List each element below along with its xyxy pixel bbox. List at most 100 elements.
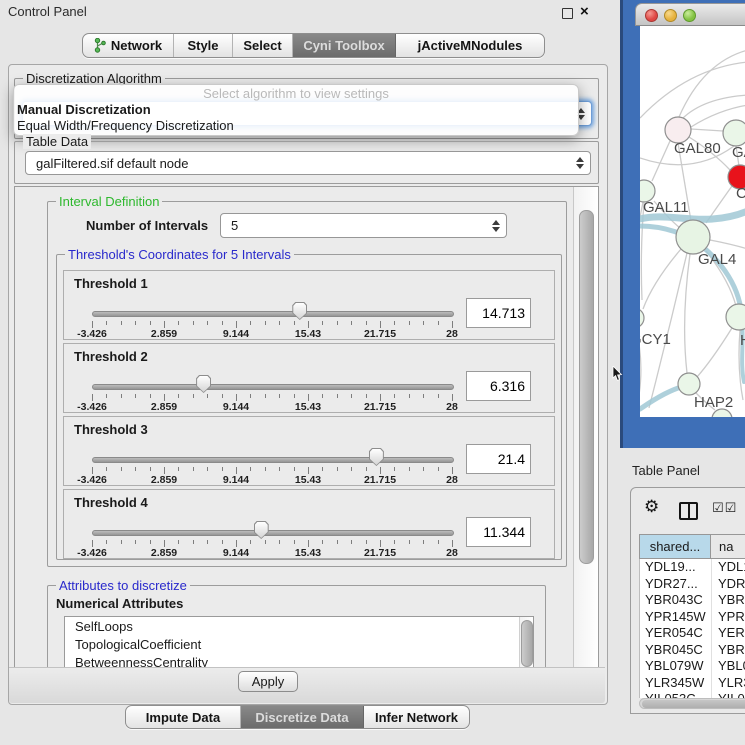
table-row[interactable]: YLR345WYLR3 <box>640 675 745 692</box>
minor-tick <box>135 321 136 325</box>
tab-label: Cyni Toolbox <box>303 38 384 53</box>
close-icon[interactable]: × <box>580 4 589 19</box>
major-tick <box>164 467 165 474</box>
minor-tick <box>178 394 179 398</box>
network-edge[interactable] <box>685 254 690 373</box>
list-scrollbar-thumb[interactable] <box>521 620 533 667</box>
minor-tick <box>121 394 122 398</box>
close-traffic-light-icon[interactable] <box>645 9 658 22</box>
minor-tick <box>222 394 223 398</box>
threshold-value-input[interactable] <box>466 444 531 474</box>
minor-tick <box>366 394 367 398</box>
network-icon <box>94 38 106 53</box>
tab-network[interactable]: Network <box>83 34 174 57</box>
list-scrollbar[interactable] <box>519 617 533 669</box>
network-window-titlebar[interactable] <box>635 3 745 26</box>
tab-impute-data[interactable]: Impute Data <box>126 706 241 728</box>
checkbox-icons[interactable]: ☑☑ <box>712 501 737 516</box>
mouse-cursor-icon <box>612 366 623 382</box>
threshold-slider-track[interactable] <box>92 384 454 390</box>
minor-tick <box>193 394 194 398</box>
table-row[interactable]: YBR043CYBR0 <box>640 592 745 609</box>
network-edge[interactable] <box>697 328 732 377</box>
column-header-name[interactable]: na <box>710 534 745 559</box>
tick-label: 9.144 <box>223 547 249 559</box>
minimize-traffic-light-icon[interactable] <box>664 9 677 22</box>
network-edge-highlighted[interactable] <box>640 386 684 409</box>
table-row[interactable]: YBL079WYBL0 <box>640 658 745 675</box>
threshold-label: Threshold 1 <box>74 276 148 291</box>
threshold-value-input[interactable] <box>466 371 531 401</box>
threshold-slider-track[interactable] <box>92 530 454 536</box>
network-canvas[interactable]: GAL80GACGAL11GAL4GCY1HHAP2 <box>640 26 745 417</box>
slider-thumb[interactable] <box>369 448 384 466</box>
major-tick <box>92 467 93 474</box>
cell-shared-name: YBL079W <box>640 658 712 675</box>
table-data-combobox[interactable]: galFiltered.sif default node <box>25 151 591 175</box>
threshold-value-input[interactable] <box>466 298 531 328</box>
attributes-group-label: Attributes to discretize <box>56 578 190 593</box>
network-node-H[interactable] <box>726 304 745 330</box>
network-node-HAP2[interactable] <box>678 373 700 395</box>
threshold-slider-track[interactable] <box>92 457 454 463</box>
threshold-slider-track[interactable] <box>92 311 454 317</box>
network-edge[interactable] <box>679 50 745 117</box>
network-window-frame[interactable]: GAL80GACGAL11GAL4GCY1HHAP2 <box>620 0 745 448</box>
tab-discretize-data[interactable]: Discretize Data <box>241 706 364 728</box>
tab-label: Select <box>243 38 281 53</box>
column-header-shared[interactable]: shared... <box>639 534 711 559</box>
major-tick <box>380 321 381 328</box>
thumb-face <box>197 376 210 392</box>
zoom-traffic-light-icon[interactable] <box>683 9 696 22</box>
tick-label: 28 <box>446 474 458 486</box>
minor-tick <box>438 467 439 471</box>
table-row[interactable]: YER054CYER0 <box>640 625 745 642</box>
tab-select[interactable]: Select <box>233 34 293 57</box>
network-node-GA[interactable] <box>723 120 745 146</box>
network-edge[interactable] <box>710 240 745 249</box>
network-node-GAL4[interactable] <box>676 220 710 254</box>
cell-shared-name: YLR345W <box>640 675 712 692</box>
tick-label: 21.715 <box>364 328 396 340</box>
network-edge[interactable] <box>652 141 670 181</box>
tab-style[interactable]: Style <box>174 34 233 57</box>
slider-thumb[interactable] <box>292 302 307 320</box>
threshold-value-input[interactable] <box>466 517 531 547</box>
network-edge[interactable] <box>691 129 723 131</box>
dropdown-option-manual[interactable]: Manual Discretization <box>14 102 578 118</box>
number-of-intervals-combobox[interactable]: 5 <box>220 213 507 238</box>
tab-infer-network[interactable]: Infer Network <box>364 706 469 728</box>
minor-tick <box>106 394 107 398</box>
table-row[interactable]: YDL19...YDL1 <box>640 559 745 576</box>
minor-tick <box>438 394 439 398</box>
table-row[interactable]: YPR145WYPR1 <box>640 609 745 626</box>
columns-icon[interactable] <box>679 502 698 520</box>
table-row[interactable]: YBR045CYBR0 <box>640 642 745 659</box>
node-label-HAP2: HAP2 <box>694 394 733 411</box>
minor-tick <box>193 467 194 471</box>
numerical-attributes-list[interactable]: SelfLoopsTopologicalCoefficientBetweenne… <box>64 616 534 669</box>
tab-jactivemnodules[interactable]: jActiveMNodules <box>396 34 544 57</box>
tab-cyni-toolbox[interactable]: Cyni Toolbox <box>293 34 396 57</box>
dropdown-option-equal-width[interactable]: Equal Width/Frequency Discretization <box>14 118 578 134</box>
table-hscrollbar[interactable] <box>639 698 745 709</box>
float-window-icon[interactable] <box>562 8 573 19</box>
slider-thumb[interactable] <box>196 375 211 393</box>
settings-scrollbar[interactable] <box>573 187 598 668</box>
apply-button[interactable]: Apply <box>238 671 298 692</box>
slider-thumb[interactable] <box>254 521 269 539</box>
network-node-GCY1[interactable] <box>640 308 644 328</box>
settings-scrollbar-thumb[interactable] <box>579 210 594 564</box>
minor-tick <box>438 540 439 544</box>
minor-tick <box>178 467 179 471</box>
table-data-group: Table Data galFiltered.sif default node <box>14 141 599 184</box>
gear-icon[interactable]: ⚙ <box>644 498 659 516</box>
attribute-list-item[interactable]: SelfLoops <box>65 619 533 635</box>
cell-shared-name: YPR145W <box>640 609 712 626</box>
minor-tick <box>409 321 410 325</box>
attribute-list-item[interactable]: TopologicalCoefficient <box>65 637 533 653</box>
minor-tick <box>150 321 151 325</box>
table-row[interactable]: YIL053CYIL0 <box>640 691 745 698</box>
table-row[interactable]: YDR27...YDR2 <box>640 576 745 593</box>
table-hscrollbar-thumb[interactable] <box>642 700 745 708</box>
